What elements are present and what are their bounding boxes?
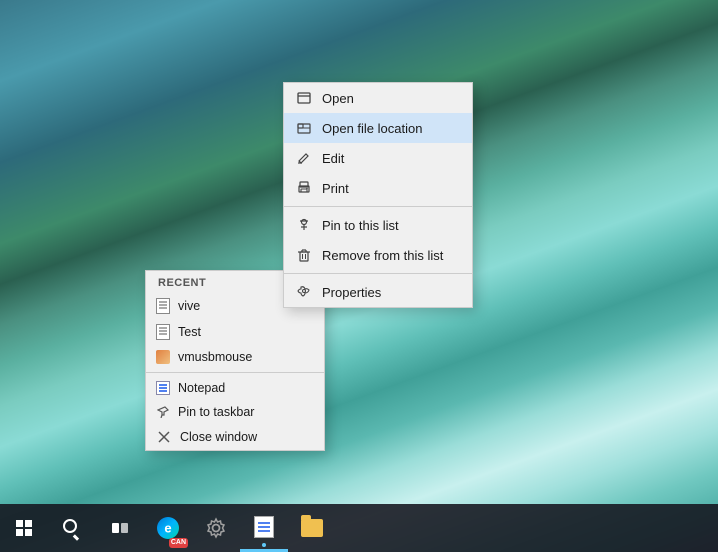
print-icon xyxy=(296,180,312,196)
doc-icon-test xyxy=(156,324,170,340)
jump-action-notepad-label: Notepad xyxy=(178,381,225,395)
properties-icon xyxy=(296,284,312,300)
edge-icon xyxy=(157,517,179,539)
settings-button[interactable] xyxy=(192,504,240,552)
jump-action-pin-taskbar[interactable]: Pin to taskbar xyxy=(146,400,324,424)
taskbar: CAN xyxy=(0,504,718,552)
jump-action-close-window-label: Close window xyxy=(180,430,257,444)
app-icon-vmusbmouse xyxy=(156,350,170,364)
edit-icon xyxy=(296,150,312,166)
menu-item-edit-label: Edit xyxy=(322,151,344,166)
doc-icon-vive xyxy=(156,298,170,314)
folder-icon xyxy=(301,519,323,537)
jump-action-close-window[interactable]: Close window xyxy=(146,424,324,450)
edge-button[interactable]: CAN xyxy=(144,504,192,552)
notepad-icon-small xyxy=(156,381,170,395)
jump-item-test[interactable]: Test xyxy=(146,319,324,345)
menu-item-pin-to-list-label: Pin to this list xyxy=(322,218,399,233)
menu-item-edit[interactable]: Edit xyxy=(284,143,472,173)
file-explorer-button[interactable] xyxy=(288,504,336,552)
separator-2 xyxy=(284,273,472,274)
menu-item-print[interactable]: Print xyxy=(284,173,472,203)
menu-item-open-file-location[interactable]: Open file location xyxy=(284,113,472,143)
search-button[interactable] xyxy=(48,504,96,552)
jump-item-vmusbmouse-label: vmusbmouse xyxy=(178,350,252,364)
task-view-button[interactable] xyxy=(96,504,144,552)
menu-item-open[interactable]: Open xyxy=(284,83,472,113)
menu-item-remove-from-list[interactable]: Remove from this list xyxy=(284,240,472,270)
settings-icon xyxy=(205,517,227,539)
jump-action-pin-taskbar-label: Pin to taskbar xyxy=(178,405,254,419)
search-icon xyxy=(63,519,77,533)
menu-item-properties[interactable]: Properties xyxy=(284,277,472,307)
taskview-icon xyxy=(112,523,128,533)
notepad-button[interactable] xyxy=(240,504,288,552)
context-menu-main: Open Open file location Edit xyxy=(283,82,473,308)
jump-item-test-label: Test xyxy=(178,325,201,339)
menu-item-open-label: Open xyxy=(322,91,354,106)
pin-to-list-icon xyxy=(296,217,312,233)
menu-item-open-file-location-label: Open file location xyxy=(322,121,422,136)
close-window-icon xyxy=(156,429,172,445)
jump-separator-1 xyxy=(146,372,324,373)
jump-item-vmusbmouse[interactable]: vmusbmouse xyxy=(146,345,324,369)
start-button[interactable] xyxy=(0,504,48,552)
menu-item-print-label: Print xyxy=(322,181,349,196)
jump-action-notepad[interactable]: Notepad xyxy=(146,376,324,400)
menu-item-remove-from-list-label: Remove from this list xyxy=(322,248,443,263)
location-icon xyxy=(296,120,312,136)
pin-taskbar-icon xyxy=(156,405,170,419)
menu-item-properties-label: Properties xyxy=(322,285,381,300)
jump-item-vive-label: vive xyxy=(178,299,200,313)
windows-icon xyxy=(16,520,32,536)
notepad-icon xyxy=(254,516,274,538)
window-icon xyxy=(296,90,312,106)
separator-1 xyxy=(284,206,472,207)
menu-item-pin-to-list[interactable]: Pin to this list xyxy=(284,210,472,240)
can-badge: CAN xyxy=(169,538,188,548)
trash-icon xyxy=(296,247,312,263)
